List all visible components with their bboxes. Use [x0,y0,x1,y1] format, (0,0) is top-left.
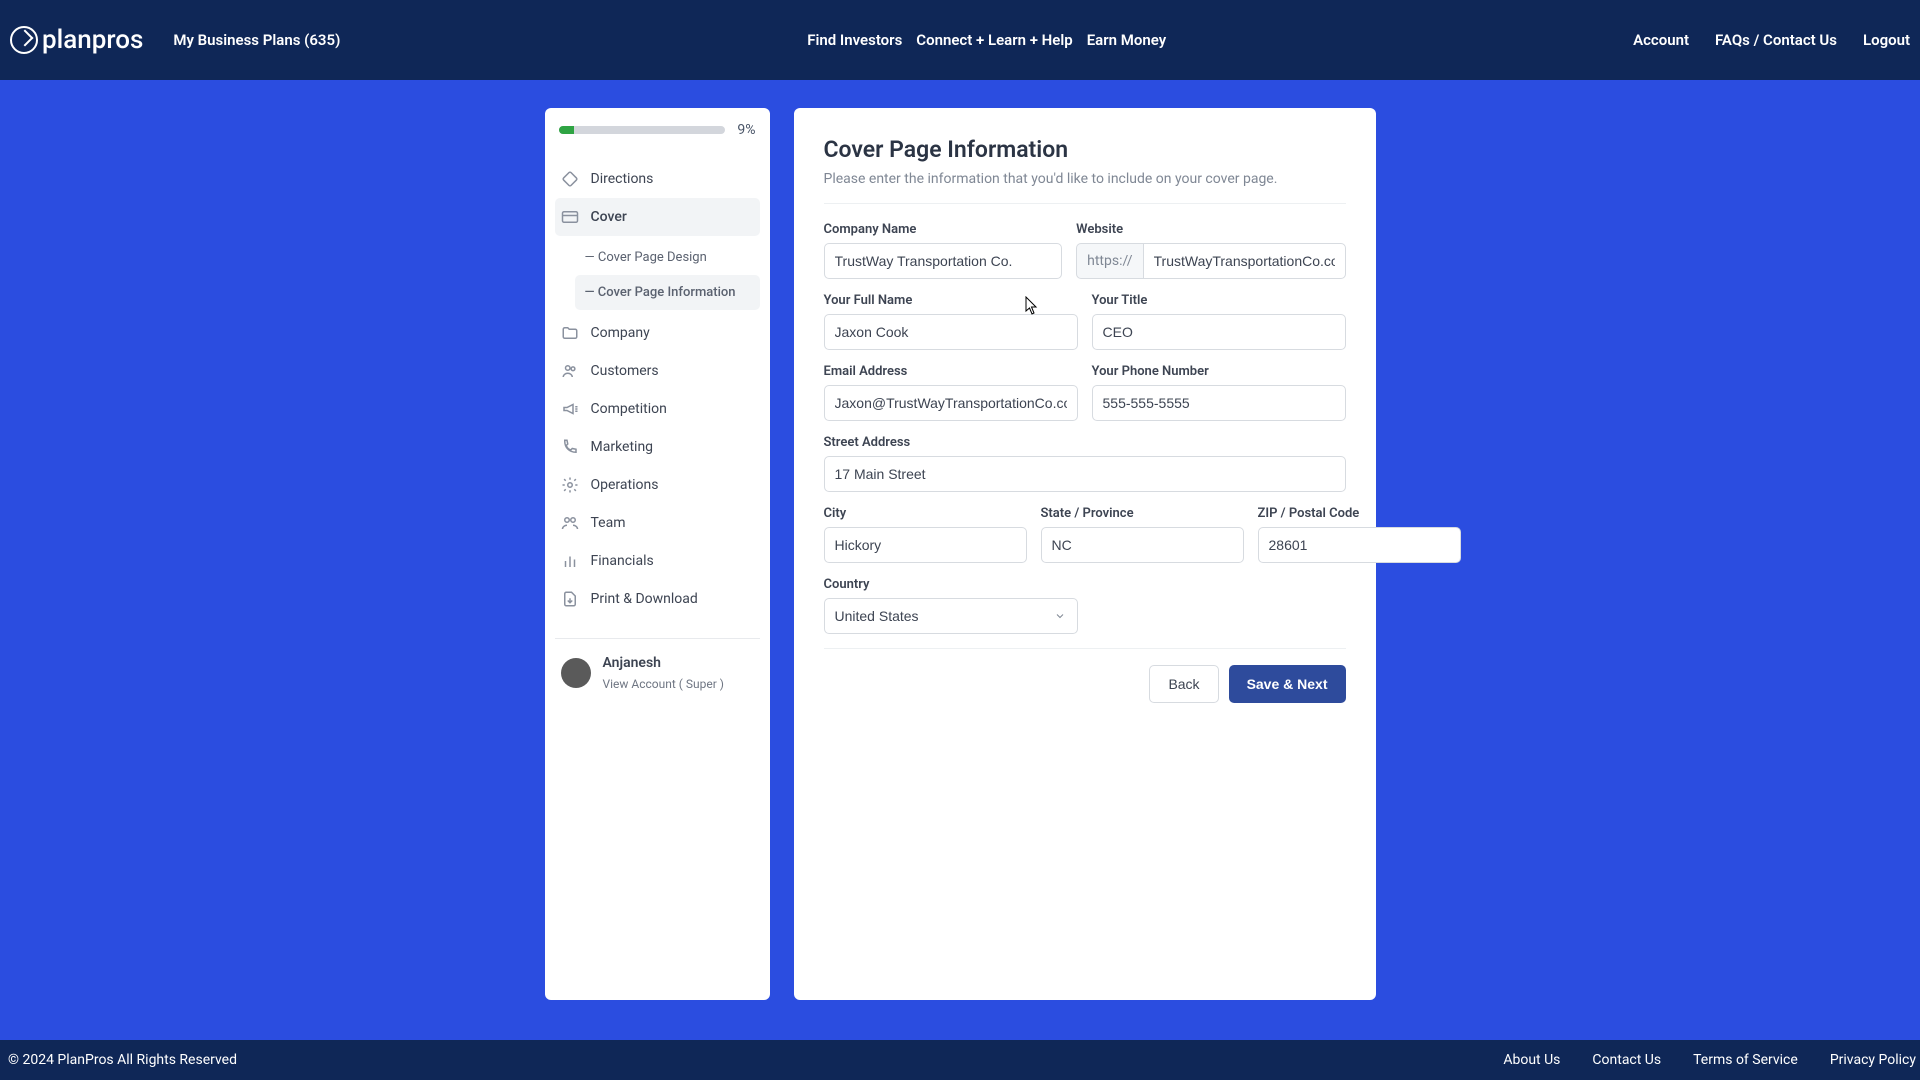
city-label: City [824,506,1027,521]
logo[interactable]: planpros [10,25,143,55]
user-info: Anjanesh View Account ( Super ) [603,655,724,691]
button-row: Back Save & Next [824,648,1346,703]
compass-icon [561,170,579,188]
download-icon [561,590,579,608]
website-label: Website [1076,222,1345,237]
avatar [561,658,591,688]
phone-input[interactable] [1092,385,1346,421]
street-label: Street Address [824,435,1346,450]
progress-fill [559,126,574,134]
nav-label: Financials [591,553,654,569]
nav-marketing[interactable]: Marketing [555,428,760,466]
content-panel: Cover Page Information Please enter the … [794,108,1376,1000]
nav-directions[interactable]: Directions [555,160,760,198]
nav-print[interactable]: Print & Download [555,580,760,618]
earn-money-link[interactable]: Earn Money [1087,31,1166,49]
footer-links: About Us Contact Us Terms of Service Pri… [1503,1052,1916,1068]
company-name-input[interactable] [824,243,1063,279]
nav-competition[interactable]: Competition [555,390,760,428]
brand-text: planpros [42,25,143,55]
header: planpros My Business Plans (635) Find In… [0,0,1920,80]
email-label: Email Address [824,364,1078,379]
nav-operations[interactable]: Operations [555,466,760,504]
contact-link[interactable]: Contact Us [1592,1052,1661,1068]
user-name: Anjanesh [603,655,724,671]
cover-subnav: — Cover Page Design — Cover Page Informa… [555,240,760,310]
folder-icon [561,324,579,342]
account-link[interactable]: Account [1633,31,1689,49]
nav-label: Operations [591,477,659,493]
logout-link[interactable]: Logout [1863,31,1910,49]
nav-label: Print & Download [591,591,698,607]
terms-link[interactable]: Terms of Service [1693,1052,1798,1068]
header-center: Find Investors Connect + Learn + Help Ea… [340,31,1633,49]
fullname-label: Your Full Name [824,293,1078,308]
nav-label: Team [591,515,626,531]
my-plans-link[interactable]: My Business Plans (635) [173,31,340,49]
nav-label: Directions [591,171,654,187]
main: 9% Directions Cover — Cover Page Design … [0,80,1920,1040]
sub-cover-design[interactable]: — Cover Page Design [575,240,760,275]
email-input[interactable] [824,385,1078,421]
zip-input[interactable] [1258,527,1461,563]
website-prefix: https:// [1076,243,1142,279]
user-row: Anjanesh View Account ( Super ) [555,638,760,695]
nav-cover[interactable]: Cover [555,198,760,236]
connect-link[interactable]: Connect + Learn + Help [916,31,1072,49]
website-input[interactable] [1143,243,1346,279]
title-input[interactable] [1092,314,1346,350]
nav-label: Marketing [591,439,654,455]
privacy-link[interactable]: Privacy Policy [1830,1052,1916,1068]
logo-icon [10,26,38,54]
nav-label: Customers [591,363,659,379]
nav-financials[interactable]: Financials [555,542,760,580]
progress-text: 9% [737,122,755,138]
card-icon [561,208,579,226]
page-subtitle: Please enter the information that you'd … [824,171,1346,204]
nav-company[interactable]: Company [555,314,760,352]
title-label: Your Title [1092,293,1346,308]
state-input[interactable] [1041,527,1244,563]
zip-label: ZIP / Postal Code [1258,506,1461,521]
page-title: Cover Page Information [824,136,1346,163]
nav-label: Competition [591,401,667,417]
nav-label: Cover [591,209,627,225]
nav-customers[interactable]: Customers [555,352,760,390]
megaphone-icon [561,400,579,418]
country-select[interactable] [824,598,1078,634]
about-link[interactable]: About Us [1503,1052,1560,1068]
street-input[interactable] [824,456,1346,492]
phone-label: Your Phone Number [1092,364,1346,379]
country-label: Country [824,577,1078,592]
gear-icon [561,476,579,494]
company-name-label: Company Name [824,222,1063,237]
nav-team[interactable]: Team [555,504,760,542]
users-icon [561,362,579,380]
header-right: Account FAQs / Contact Us Logout [1633,31,1910,49]
copyright: © 2024 PlanPros All Rights Reserved [8,1052,237,1068]
faqs-link[interactable]: FAQs / Contact Us [1715,31,1837,49]
view-account-link[interactable]: View Account ( Super ) [603,677,724,691]
save-next-button[interactable]: Save & Next [1229,665,1346,703]
sub-cover-info[interactable]: — Cover Page Information [575,275,760,310]
progress-row: 9% [555,122,760,138]
chart-icon [561,552,579,570]
city-input[interactable] [824,527,1027,563]
team-icon [561,514,579,532]
find-investors-link[interactable]: Find Investors [807,31,902,49]
state-label: State / Province [1041,506,1244,521]
sidebar: 9% Directions Cover — Cover Page Design … [545,108,770,1000]
phone-icon [561,438,579,456]
back-button[interactable]: Back [1149,665,1218,703]
footer: © 2024 PlanPros All Rights Reserved Abou… [0,1040,1920,1080]
fullname-input[interactable] [824,314,1078,350]
nav-label: Company [591,325,650,341]
progress-bar [559,126,726,134]
